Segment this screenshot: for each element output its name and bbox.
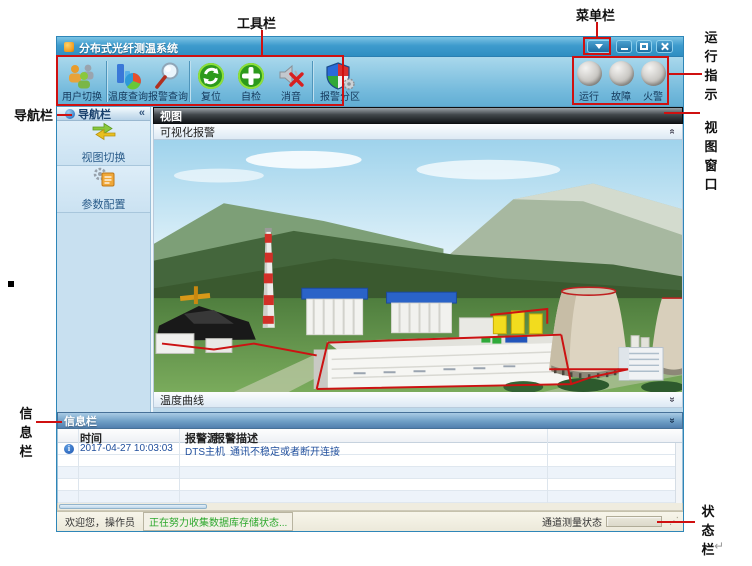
status-bar: 欢迎您，操作员 正在努力收集数据库存储状态... 通道测量状态 ⋰ <box>57 511 683 531</box>
alarm-table-header: 时间 报警源 报警描述 <box>58 429 682 443</box>
table-gridline <box>78 429 79 503</box>
annotation-nav: 导航栏 <box>14 108 53 123</box>
annotation-indicator-line <box>669 73 702 75</box>
temp-curve-title: 温度曲线 <box>160 392 204 408</box>
collapse-left-icon[interactable]: « <box>139 107 145 119</box>
minimize-button[interactable] <box>616 40 632 53</box>
alarm-table: 时间 报警源 报警描述 i 2017-04-27 10:03:03 DTS主机 … <box>57 429 683 503</box>
maximize-icon <box>640 43 648 50</box>
window-title: 分布式光纤测温系统 <box>79 40 178 56</box>
nav-item-param-config[interactable]: 参数配置 <box>57 166 150 213</box>
annotation-nav-line <box>57 114 72 116</box>
app-window: 分布式光纤测温系统 用户切换 <box>56 36 684 532</box>
plant-scene-image[interactable] <box>153 140 683 392</box>
info-collapse-icon[interactable]: » <box>669 415 675 426</box>
nav-panel: 导航栏 « 视图切换 <box>57 107 151 412</box>
main-content: 导航栏 « 视图切换 <box>57 107 683 412</box>
table-gridline <box>179 429 180 503</box>
maximize-button[interactable] <box>636 40 652 53</box>
close-button[interactable] <box>656 40 673 53</box>
annotation-info-line <box>36 421 62 423</box>
table-row-empty[interactable] <box>58 467 682 479</box>
annotation-view-window: 视图窗口 <box>703 118 719 194</box>
table-row-empty[interactable] <box>58 491 682 503</box>
status-db-message: 正在努力收集数据库存储状态... <box>143 512 293 531</box>
visual-alarm-bar[interactable]: 可视化报警 » <box>153 124 683 140</box>
annotation-toolbar-box <box>56 55 344 106</box>
nav-panel-title: 导航栏 <box>78 106 111 122</box>
table-row-empty[interactable] <box>58 479 682 491</box>
annotation-status-line <box>657 521 695 523</box>
collapse-up-icon[interactable]: » <box>669 126 675 137</box>
nav-item-label: 参数配置 <box>82 196 126 212</box>
close-icon <box>660 42 669 51</box>
status-welcome: 欢迎您，操作员 <box>61 514 139 529</box>
annotation-info: 信息栏 <box>18 404 34 461</box>
document-page: { "annotations": { "toolbar_label": "工具栏… <box>0 0 752 566</box>
annotation-toolbar: 工具栏 <box>237 16 276 31</box>
annotation-toolbar-line <box>261 30 263 56</box>
view-panel-title: 视图 <box>160 108 182 124</box>
nav-panel-body <box>57 213 150 412</box>
annotation-menubar: 菜单栏 <box>576 8 615 23</box>
temp-curve-bar[interactable]: 温度曲线 » <box>153 392 683 408</box>
gear-config-icon <box>91 166 117 193</box>
cell-time: 2017-04-27 10:03:03 <box>80 443 173 454</box>
annotation-indicator-box <box>572 56 669 105</box>
minimize-icon <box>621 48 628 50</box>
view-panel-header: 视图 <box>153 107 683 124</box>
annotation-menubar-line <box>596 22 598 38</box>
swap-arrows-icon <box>90 121 118 146</box>
visual-alarm-title: 可视化报警 <box>160 124 215 140</box>
nav-item-view-switch[interactable]: 视图切换 <box>57 121 150 166</box>
table-row[interactable]: i 2017-04-27 10:03:03 DTS主机 通讯不稳定或者断开连接 <box>58 443 682 455</box>
app-icon <box>64 42 74 52</box>
expand-down-icon[interactable]: » <box>669 394 675 405</box>
table-hscrollbar[interactable] <box>57 503 683 511</box>
channel-status-meter <box>606 516 662 527</box>
nav-item-label: 视图切换 <box>82 149 126 165</box>
status-channel-label: 通道测量状态 <box>542 514 602 529</box>
annotation-run-indicator: 运行指示 <box>703 28 719 104</box>
table-vscrollbar[interactable] <box>675 443 682 503</box>
info-panel-header[interactable]: 信息栏 » <box>57 412 683 429</box>
hscrollbar-thumb[interactable] <box>59 504 207 509</box>
info-icon: i <box>64 444 74 454</box>
annotation-view-line <box>664 112 700 114</box>
annotation-status: 状态栏 <box>700 502 716 559</box>
table-row-empty[interactable] <box>58 455 682 467</box>
info-panel-title: 信息栏 <box>64 413 97 429</box>
annotation-menubar-box <box>583 37 611 55</box>
document-bullet <box>8 281 14 287</box>
table-gridline <box>547 429 548 503</box>
view-panel: 视图 可视化报警 » <box>153 107 683 412</box>
